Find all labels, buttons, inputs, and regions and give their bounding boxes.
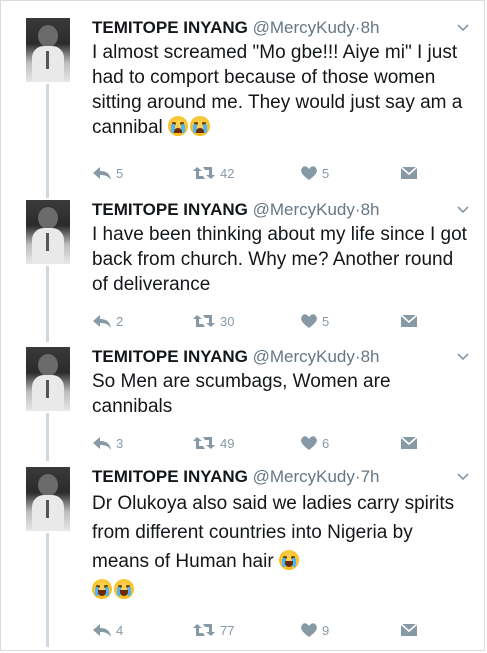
direct-message-button[interactable] [400, 310, 418, 332]
tweet-actions: 3 49 6 [92, 432, 432, 454]
display-name[interactable]: TEMITOPE INYANG [92, 18, 248, 37]
direct-message-button[interactable] [400, 162, 418, 184]
reply-icon [93, 167, 111, 180]
tweet-actions: 2 30 5 [92, 310, 432, 332]
chevron-down-icon[interactable] [456, 202, 470, 216]
reply-count: 2 [116, 313, 124, 329]
username[interactable]: @MercyKudy [253, 200, 355, 219]
retweet-button[interactable]: 30 [192, 310, 234, 332]
tweet-header: TEMITOPE INYANG @MercyKudy·8h [92, 18, 462, 42]
heart-icon [301, 623, 317, 637]
avatar[interactable] [26, 467, 70, 531]
tweet-text-content: I almost screamed "Mo gbe!!! Aiye mi" I … [92, 42, 463, 138]
reply-count: 4 [116, 622, 124, 638]
timestamp[interactable]: 8h [361, 200, 380, 219]
reply-count: 5 [116, 165, 124, 181]
tweet-text: I have been thinking about my life since… [92, 222, 472, 297]
tweet-actions: 5 42 5 [92, 162, 432, 184]
tears-of-joy-emoji [278, 550, 299, 570]
timestamp[interactable]: 7h [361, 467, 380, 486]
reply-icon [93, 315, 111, 328]
like-count: 5 [322, 165, 330, 181]
username[interactable]: @MercyKudy [253, 18, 355, 37]
like-button[interactable]: 6 [300, 432, 329, 454]
retweet-count: 42 [220, 165, 235, 181]
tweet-text: Dr Olukoya also said we ladies carry spi… [92, 489, 472, 605]
username[interactable]: @MercyKudy [253, 347, 355, 366]
crying-face-emoji [168, 116, 189, 136]
avatar[interactable] [26, 347, 70, 411]
tweet-header: TEMITOPE INYANG @MercyKudy·8h [92, 347, 462, 371]
like-button[interactable]: 5 [300, 162, 329, 184]
chevron-down-icon[interactable] [456, 349, 470, 363]
reply-button[interactable]: 2 [92, 310, 123, 332]
tweet[interactable]: TEMITOPE INYANG @MercyKudy·7h Dr Olukoya… [0, 467, 487, 647]
reply-icon [93, 624, 111, 637]
tweet[interactable]: TEMITOPE INYANG @MercyKudy·8h So Men are… [0, 347, 487, 461]
direct-message-button[interactable] [400, 432, 418, 454]
reply-button[interactable]: 3 [92, 432, 123, 454]
retweet-count: 49 [220, 435, 235, 451]
tweet-text: I almost screamed "Mo gbe!!! Aiye mi" I … [92, 40, 472, 140]
heart-icon [301, 436, 317, 450]
display-name[interactable]: TEMITOPE INYANG [92, 467, 248, 486]
direct-message-button[interactable] [400, 619, 418, 641]
envelope-icon [400, 623, 418, 636]
envelope-icon [400, 436, 418, 449]
tweet-header: TEMITOPE INYANG @MercyKudy·8h [92, 200, 462, 224]
chevron-down-icon[interactable] [456, 469, 470, 483]
like-button[interactable]: 5 [300, 310, 329, 332]
avatar[interactable] [26, 200, 70, 264]
display-name[interactable]: TEMITOPE INYANG [92, 347, 248, 366]
tweet[interactable]: TEMITOPE INYANG @MercyKudy·8h I almost s… [0, 18, 487, 198]
heart-icon [301, 314, 317, 328]
heart-icon [301, 166, 317, 180]
tears-of-joy-emoji [114, 579, 134, 599]
tweet[interactable]: TEMITOPE INYANG @MercyKudy·8h I have bee… [0, 200, 487, 342]
retweet-count: 77 [220, 622, 235, 638]
retweet-icon [193, 167, 215, 179]
retweet-icon [193, 315, 215, 327]
tweet-actions: 4 77 9 [92, 619, 432, 641]
retweet-icon [193, 624, 215, 636]
tweet-text-content: Dr Olukoya also said we ladies carry spi… [92, 493, 455, 572]
thread-line [46, 533, 49, 647]
retweet-button[interactable]: 49 [192, 432, 234, 454]
envelope-icon [400, 314, 418, 327]
retweet-button[interactable]: 77 [192, 619, 234, 641]
tweet-text-content: I have been thinking about my life since… [92, 224, 467, 295]
crying-face-emoji [190, 116, 211, 136]
chevron-down-icon[interactable] [456, 20, 470, 34]
like-count: 5 [322, 313, 330, 329]
timestamp[interactable]: 8h [361, 347, 380, 366]
reply-button[interactable]: 4 [92, 619, 123, 641]
tweet-text-content: So Men are scumbags, Women are cannibals [92, 371, 391, 417]
timestamp[interactable]: 8h [361, 18, 380, 37]
like-count: 9 [322, 622, 330, 638]
avatar[interactable] [26, 18, 70, 82]
thread-line [46, 84, 49, 198]
tears-of-joy-emoji [92, 579, 112, 599]
retweet-count: 30 [220, 313, 235, 329]
thread-line [46, 266, 49, 342]
retweet-icon [193, 437, 215, 449]
reply-count: 3 [116, 435, 124, 451]
tweet-header: TEMITOPE INYANG @MercyKudy·7h [92, 467, 462, 491]
envelope-icon [400, 166, 418, 179]
tweet-text: So Men are scumbags, Women are cannibals [92, 369, 422, 419]
username[interactable]: @MercyKudy [253, 467, 355, 486]
like-button[interactable]: 9 [300, 619, 329, 641]
retweet-button[interactable]: 42 [192, 162, 234, 184]
like-count: 6 [322, 435, 330, 451]
reply-button[interactable]: 5 [92, 162, 123, 184]
reply-icon [93, 437, 111, 450]
display-name[interactable]: TEMITOPE INYANG [92, 200, 248, 219]
thread-line [46, 413, 49, 461]
